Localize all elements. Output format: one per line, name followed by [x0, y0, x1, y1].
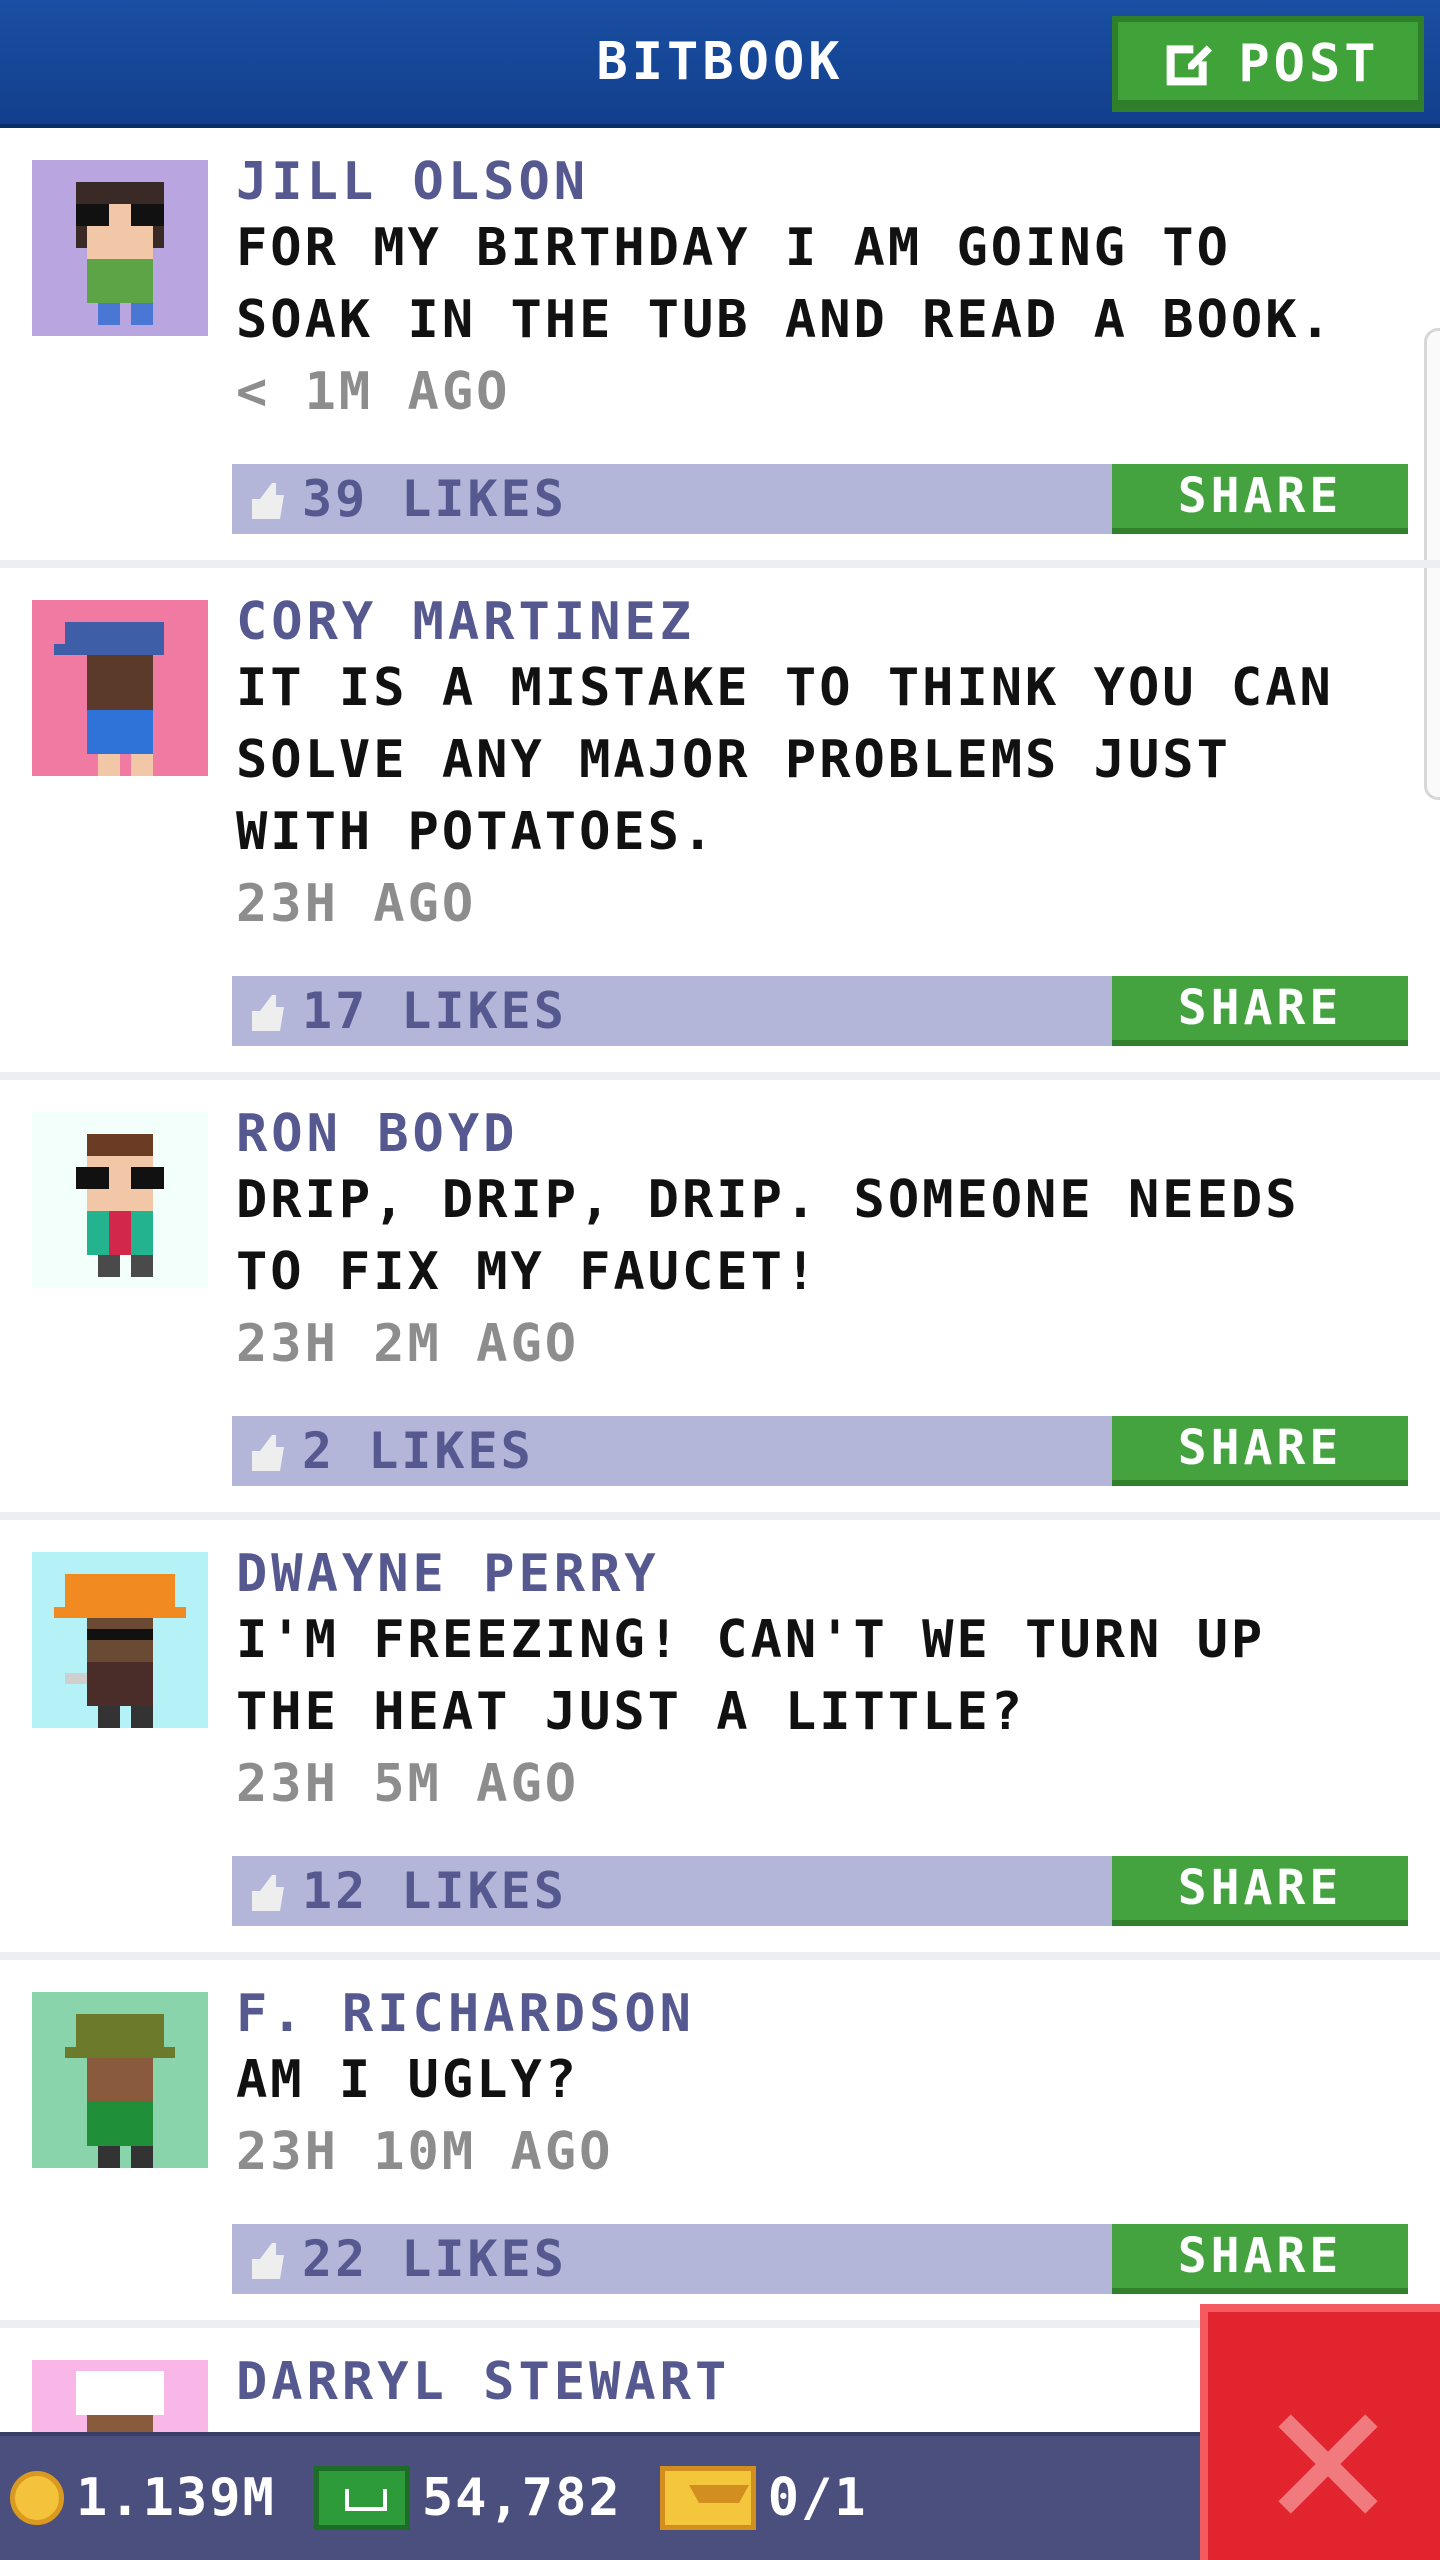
likes-bar: 2 LIKES SHARE: [232, 1416, 1408, 1486]
coins-amount: 1.139M: [76, 2468, 276, 2528]
post-text: FOR MY BIRTHDAY I AM GOING TO SOAK IN TH…: [236, 218, 1334, 350]
avatar: [32, 1552, 208, 1728]
post-divider: [0, 1952, 1440, 1960]
avatar: [32, 1112, 208, 1288]
feed: JILL OLSON FOR MY BIRTHDAY I AM GOING TO…: [0, 132, 1440, 2432]
post-text: AM I UGLY?: [236, 2050, 580, 2110]
post-divider: [0, 1072, 1440, 1080]
post-button-label: POST: [1238, 34, 1380, 94]
share-button[interactable]: SHARE: [1112, 2224, 1408, 2294]
likes-count: 2 LIKES: [302, 1422, 534, 1480]
currency-bar: 1.139M 54,782 0/1: [0, 2432, 1200, 2560]
thumbs-up-icon: [252, 995, 284, 1031]
likes-count: 17 LIKES: [302, 982, 567, 1040]
post-text: I'M FREEZING! CAN'T WE TURN UP THE HEAT …: [236, 1610, 1266, 1742]
post-divider: [0, 1512, 1440, 1520]
post-author: F. RICHARDSON: [236, 1984, 695, 2044]
post-author: DWAYNE PERRY: [236, 1544, 660, 1604]
close-button[interactable]: [1200, 2304, 1440, 2560]
post-time: < 1M AGO: [236, 362, 511, 422]
post-text: DRIP, DRIP, DRIP. SOMEONE NEEDS TO FIX M…: [236, 1170, 1300, 1302]
share-button[interactable]: SHARE: [1112, 464, 1408, 534]
bux-amount: 54,782: [421, 2468, 622, 2528]
thumbs-up-icon: [252, 2243, 284, 2279]
avatar: [32, 2360, 208, 2432]
avatar: [32, 160, 208, 336]
likes-count: 39 LIKES: [302, 470, 567, 528]
likes-count: 22 LIKES: [302, 2230, 567, 2288]
bux-icon: [313, 2466, 410, 2530]
avatar: [32, 1992, 208, 2168]
thumbs-up-icon: [252, 1435, 284, 1471]
thumbs-up-icon: [252, 1875, 284, 1911]
post-author: DARRYL STEWART: [236, 2352, 731, 2412]
post-author: RON BOYD: [236, 1104, 519, 1164]
post-button[interactable]: POST: [1112, 16, 1424, 112]
close-icon: [1278, 2414, 1378, 2514]
likes-count: 12 LIKES: [302, 1862, 567, 1920]
post-text: IT IS A MISTAKE TO THINK YOU CAN SOLVE A…: [236, 658, 1334, 862]
share-button[interactable]: SHARE: [1112, 976, 1408, 1046]
edit-icon: [1167, 45, 1213, 86]
post-time: 23H 10M AGO: [236, 2122, 614, 2182]
share-button[interactable]: SHARE: [1112, 1416, 1408, 1486]
likes-bar: 22 LIKES SHARE: [232, 2224, 1408, 2294]
post-divider: [0, 560, 1440, 568]
post-time: 23H 2M AGO: [236, 1314, 580, 1374]
post-author: JILL OLSON: [236, 152, 590, 212]
coin-icon: [10, 2471, 64, 2525]
share-button[interactable]: SHARE: [1112, 1856, 1408, 1926]
likes-bar: 39 LIKES SHARE: [232, 464, 1408, 534]
post-time: 23H AGO: [236, 874, 477, 934]
post-time: 23H 5M AGO: [236, 1754, 580, 1814]
ticket-icon: [659, 2466, 756, 2530]
likes-bar: 12 LIKES SHARE: [232, 1856, 1408, 1926]
avatar: [32, 600, 208, 776]
thumbs-up-icon: [252, 483, 284, 519]
post-author: CORY MARTINEZ: [236, 592, 695, 652]
tickets-count: 0/1: [767, 2468, 868, 2528]
app-header: BITBOOK POST: [0, 0, 1440, 128]
likes-bar: 17 LIKES SHARE: [232, 976, 1408, 1046]
